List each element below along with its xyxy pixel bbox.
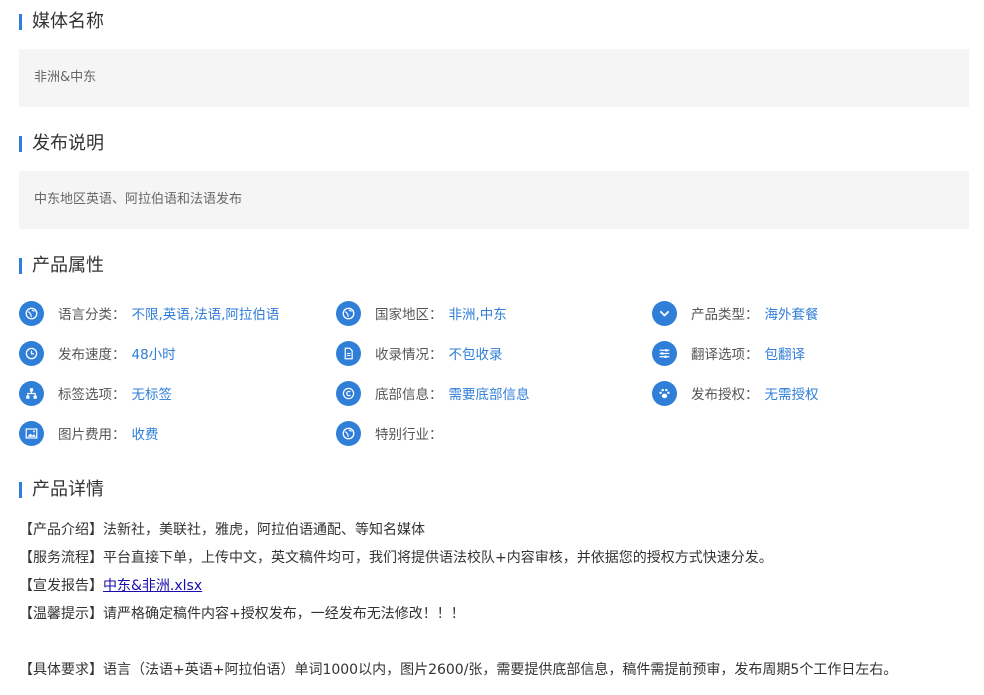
attr-label: 底部信息： [375,387,443,403]
title-accent-bar [19,136,22,152]
clock-icon [19,340,44,366]
detail-label: 【温馨提示】 [19,606,103,622]
title-accent-bar [19,482,22,498]
image-icon [19,420,44,446]
detail-label: 【宣发报告】 [19,578,103,594]
attr-label: 发布授权： [691,387,759,403]
attr-value: 不限,英语,法语,阿拉伯语 [131,307,280,323]
attr-value: 无标签 [131,387,173,403]
copyright-icon [336,380,361,406]
section-title-publish: 发布说明 [19,133,104,155]
section-title-details: 产品详情 [19,479,104,501]
media-name-box: 非洲&中东 [19,49,969,107]
section-title-text: 媒体名称 [32,11,104,32]
detail-text: 法新社，美联社，雅虎，阿拉伯语通配、等知名媒体 [103,522,425,538]
detail-text: 请严格确定稿件内容+授权发布，一经发布无法修改！！！ [103,606,465,622]
attr-language: 语言分类： 不限,英语,法语,阿拉伯语 [19,300,279,326]
section-title-media: 媒体名称 [19,11,104,33]
title-accent-bar [19,258,22,274]
detail-text: 平台直接下单，上传中文，英文稿件均可，我们将提供语法校队+内容审核，并依据您的授… [103,550,773,566]
globe-icon [336,300,361,326]
attr-footer-info: 底部信息： 需要底部信息 [336,380,530,406]
sliders-icon [652,340,677,366]
attr-label: 国家地区： [375,307,443,323]
section-title-attributes: 产品属性 [19,255,104,277]
detail-report: 【宣发报告】中东&非洲.xlsx [19,576,202,596]
attr-label: 图片费用： [58,427,126,443]
section-title-text: 产品详情 [32,479,104,500]
section-title-text: 产品属性 [32,255,104,276]
attr-speed: 发布速度： 48小时 [19,340,176,366]
attr-product-type: 产品类型： 海外套餐 [652,300,819,326]
detail-label: 【产品介绍】 [19,522,103,538]
globe-icon [19,300,44,326]
attr-translation: 翻译选项： 包翻译 [652,340,805,366]
attr-label: 产品类型： [691,307,759,323]
attr-special-industry: 特别行业： [336,420,449,446]
detail-label: 【具体要求】 [19,662,103,678]
attr-authorization: 发布授权： 无需授权 [652,380,819,406]
detail-tip: 【温馨提示】请严格确定稿件内容+授权发布，一经发布无法修改！！！ [19,604,465,624]
attr-tags: 标签选项： 无标签 [19,380,172,406]
section-title-text: 发布说明 [32,133,104,154]
attr-image-fee: 图片费用： 收费 [19,420,159,446]
attr-value: 包翻译 [764,347,806,363]
attr-label: 收录情况： [375,347,443,363]
attr-value: 需要底部信息 [448,387,530,403]
chevron-down-icon [652,300,677,326]
attr-label: 标签选项： [58,387,126,403]
paw-icon [652,380,677,406]
globe-icon [336,420,361,446]
title-accent-bar [19,14,22,30]
attr-indexing: 收录情况： 不包收录 [336,340,503,366]
document-icon [336,340,361,366]
attr-label: 翻译选项： [691,347,759,363]
attr-label: 发布速度： [58,347,126,363]
attr-value: 海外套餐 [764,307,819,323]
attr-label: 语言分类： [58,307,126,323]
publish-desc-box: 中东地区英语、阿拉伯语和法语发布 [19,171,969,229]
attr-region: 国家地区： 非洲,中东 [336,300,507,326]
attr-value: 非洲,中东 [448,307,507,323]
report-file-link[interactable]: 中东&非洲.xlsx [103,578,202,594]
attr-value: 无需授权 [764,387,819,403]
attr-value: 收费 [131,427,159,443]
attr-value: 48小时 [131,347,176,363]
attr-value: 不包收录 [448,347,503,363]
detail-intro: 【产品介绍】法新社，美联社，雅虎，阿拉伯语通配、等知名媒体 [19,520,425,540]
detail-text: 语言（法语+英语+阿拉伯语）单词1000以内，图片2600/张，需要提供底部信息… [103,662,898,678]
detail-label: 【服务流程】 [19,550,103,566]
attr-label: 特别行业： [375,427,443,443]
detail-requirements: 【具体要求】语言（法语+英语+阿拉伯语）单词1000以内，图片2600/张，需要… [19,660,897,680]
sitemap-icon [19,380,44,406]
detail-process: 【服务流程】平台直接下单，上传中文，英文稿件均可，我们将提供语法校队+内容审核，… [19,548,773,568]
